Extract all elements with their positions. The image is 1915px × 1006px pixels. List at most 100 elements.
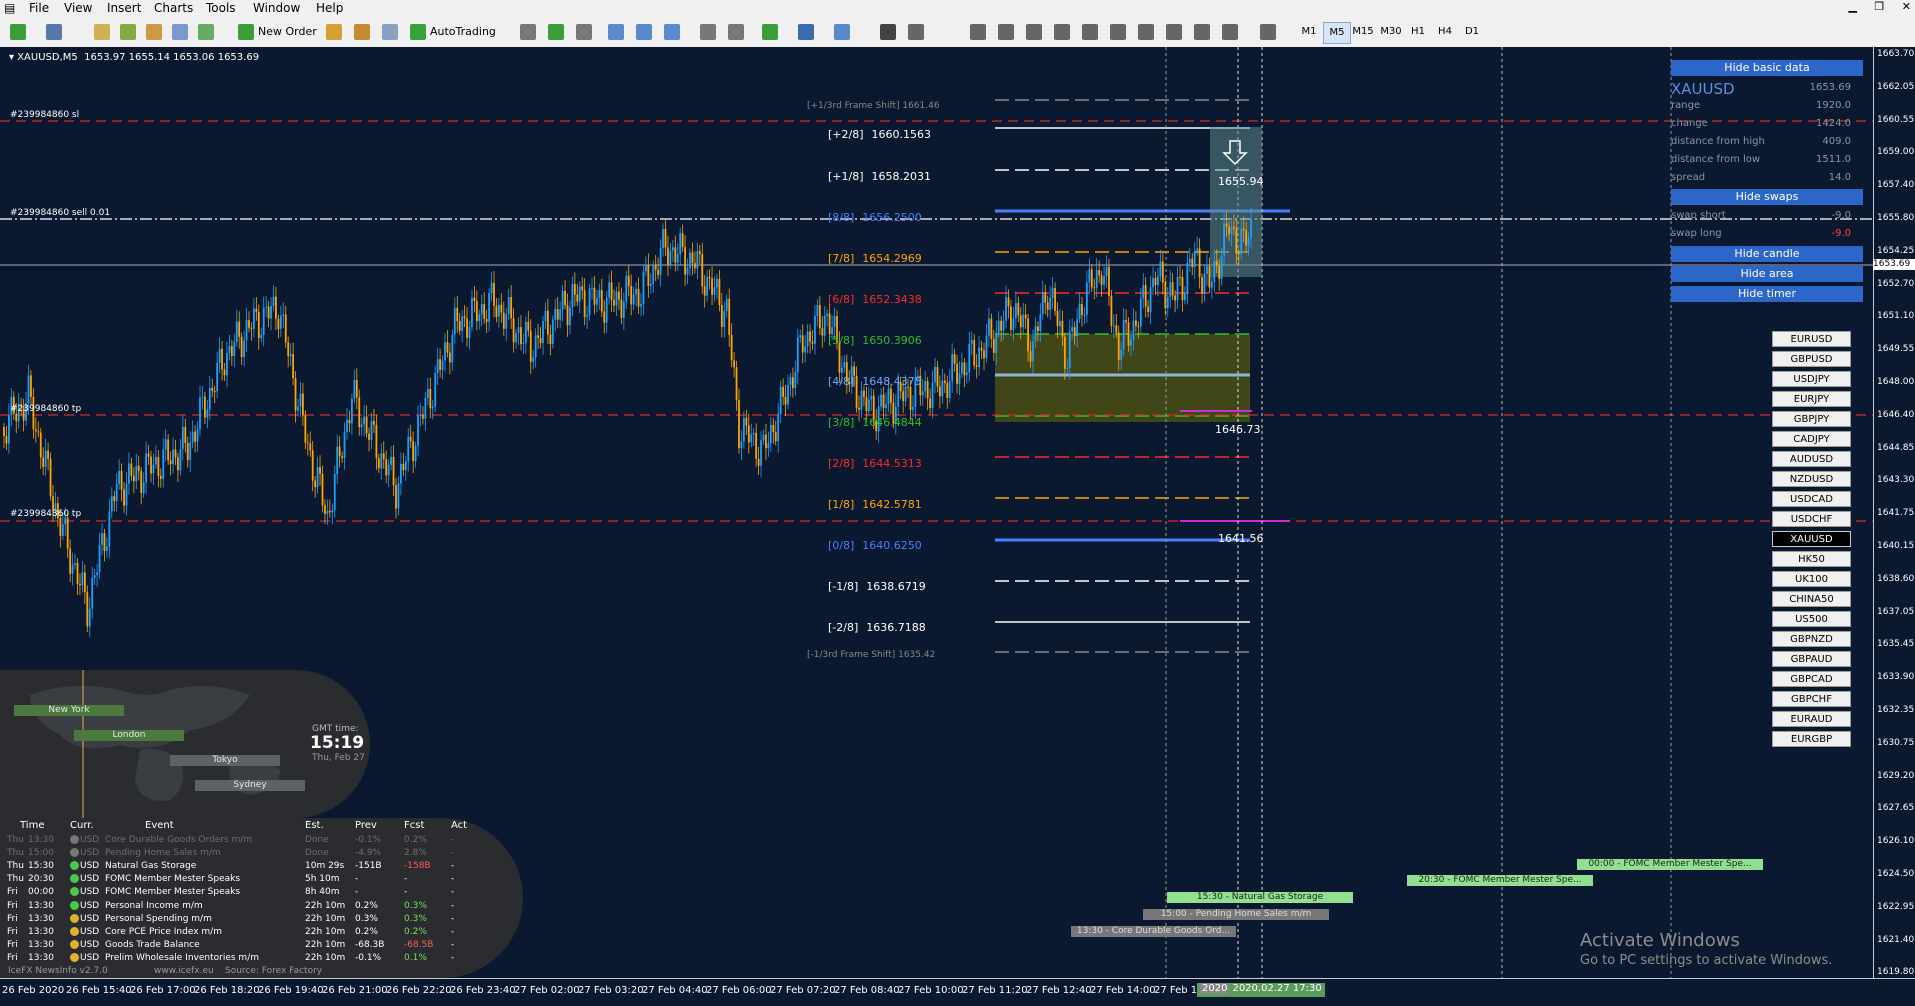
symbol-button-usdjpy[interactable]: USDJPY [1772,371,1851,387]
tf-m1[interactable]: M1 [1296,22,1322,42]
market-icon[interactable] [382,24,398,40]
menu-help[interactable]: Help [316,1,343,15]
text-label-icon[interactable] [1082,24,1098,40]
symbol-button-uk100[interactable]: UK100 [1772,571,1851,587]
symbol-button-cadjpy[interactable]: CADJPY [1772,431,1851,447]
tf-m30[interactable]: M30 [1378,22,1404,42]
menu-insert[interactable]: Insert [107,1,141,15]
symbol-button-us500[interactable]: US500 [1772,611,1851,627]
periods-icon[interactable] [798,24,814,40]
symbol-button-usdcad[interactable]: USDCAD [1772,491,1851,507]
symbol-button-eurusd[interactable]: EURUSD [1772,331,1851,347]
menu-file[interactable]: File [29,1,49,15]
market-watch-icon[interactable] [94,24,110,40]
candlesticks-icon[interactable] [548,24,564,40]
tf-d1[interactable]: D1 [1459,22,1485,42]
new-chart-icon[interactable] [10,24,26,40]
symbol-button-gbpusd[interactable]: GBPUSD [1772,351,1851,367]
line-chart-icon[interactable] [576,24,592,40]
symbol-button-euraud[interactable]: EURAUD [1772,711,1851,727]
order-tp-label[interactable]: #239984860 tp [10,404,81,414]
menu-charts[interactable]: Charts [154,1,193,15]
menu-window[interactable]: Window [253,1,300,15]
bar-chart-icon[interactable] [520,24,536,40]
hide-candle-button[interactable]: Hide candle [1671,246,1863,262]
symbol-button-usdchf[interactable]: USDCHF [1772,511,1851,527]
app-icon[interactable]: ▤ [4,1,15,15]
gann-icon[interactable] [1222,24,1238,40]
chart-dropdown-icon[interactable]: ▾ [9,52,17,63]
symbol-button-audusd[interactable]: AUDUSD [1772,451,1851,467]
profiles-icon[interactable] [46,24,62,40]
shapes-icon[interactable] [1110,24,1126,40]
symbol-button-nzdusd[interactable]: NZDUSD [1772,471,1851,487]
hide-basic-data-button[interactable]: Hide basic data [1671,60,1863,76]
news-row[interactable]: Fri 13:30 USD Prelim Wholesale Inventories … [0,952,500,966]
order-sl-label[interactable]: #239984860 sl [10,110,79,120]
symbol-button-gbpcad[interactable]: GBPCAD [1772,671,1851,687]
vertical-line-icon[interactable] [970,24,986,40]
autotrading-icon[interactable] [410,24,426,40]
navigator-icon[interactable] [146,24,162,40]
symbol-button-gbpnzd[interactable]: GBPNZD [1772,631,1851,647]
tf-h4[interactable]: H4 [1432,22,1458,42]
symbol-button-hk50[interactable]: HK50 [1772,551,1851,567]
arrows-icon[interactable] [1260,24,1276,40]
tf-h1[interactable]: H1 [1405,22,1431,42]
menu-view[interactable]: View [64,1,92,15]
news-row[interactable]: Fri 00:00 USD FOMC Member Mester Speaks 8h 4… [0,887,500,900]
signals-icon[interactable] [354,24,370,40]
text-tool-icon[interactable] [1054,24,1070,40]
terminal-icon[interactable] [172,24,188,40]
channels-icon[interactable] [1026,24,1042,40]
symbol-button-xauusd[interactable]: XAUUSD [1772,531,1851,547]
tf-m15[interactable]: M15 [1350,22,1376,42]
symbol-button-gbpaud[interactable]: GBPAUD [1772,651,1851,667]
data-window-icon[interactable] [120,24,136,40]
price-axis[interactable]: 1663.70 1662.05 1660.55 1659.00 1657.40 1655.… [1873,47,1915,978]
news-row[interactable]: Thu 13:30 USD Core Durable Goods Orders m/m… [0,835,500,848]
news-footer-site[interactable]: www.icefx.eu [154,966,214,976]
news-row[interactable]: Thu 20:30 USD FOMC Member Mester Speaks 5h 1… [0,874,500,887]
symbol-button-gbpchf[interactable]: GBPCHF [1772,691,1851,707]
metaeditor-icon[interactable] [326,24,342,40]
new-order-button[interactable]: New Order [258,22,317,42]
new-order-icon[interactable] [238,24,254,40]
menu-tools[interactable]: Tools [206,1,236,15]
strategy-tester-icon[interactable] [198,24,214,40]
auto-scroll-icon[interactable] [700,24,716,40]
time-axis[interactable]: 27 Feb 15 27 Feb 14:00 27 Feb 12:40 27 Feb … [0,978,1915,1006]
tile-windows-icon[interactable] [664,24,680,40]
close-icon[interactable]: ✕ [1902,0,1911,13]
order-sell-label[interactable]: #239984860 sell 0.01 [10,208,110,218]
hide-swaps-button[interactable]: Hide swaps [1671,189,1863,205]
hide-timer-button[interactable]: Hide timer [1671,286,1863,302]
symbol-button-eurjpy[interactable]: EURJPY [1772,391,1851,407]
chart-shift-icon[interactable] [728,24,744,40]
zoom-in-icon[interactable] [608,24,624,40]
fibo-fan-icon[interactable] [1194,24,1210,40]
symbol-button-china50[interactable]: CHINA50 [1772,591,1851,607]
news-row[interactable]: Thu 15:30 USD Natural Gas Storage 10m 29s -15… [0,861,500,874]
cursor-icon[interactable] [880,24,896,40]
news-row[interactable]: Fri 13:30 USD Goods Trade Balance 22h 10m -68… [0,939,500,953]
order-tp-label-2[interactable]: #239984860 tp [10,509,81,519]
hide-area-button[interactable]: Hide area [1671,266,1863,282]
zoom-out-icon[interactable] [636,24,652,40]
news-row[interactable]: Fri 13:30 USD Core PCE Price Index m/m 22h 1… [0,926,500,940]
restore-icon[interactable]: ❐ [1874,0,1884,13]
minimize-icon[interactable]: ▁ [1848,0,1856,13]
autotrading-button[interactable]: AutoTrading [430,22,496,42]
symbol-button-eurgbp[interactable]: EURGBP [1772,731,1851,747]
news-row[interactable]: Fri 13:30 USD Personal Spending m/m 22h 10m 0… [0,913,500,927]
tf-m5[interactable]: M5 [1323,22,1351,44]
news-row[interactable]: Fri 13:30 USD Personal Income m/m 22h 10m 0.2… [0,900,500,914]
symbol-button-gbpjpy[interactable]: GBPJPY [1772,411,1851,427]
crosshair-icon[interactable] [908,24,924,40]
trendline-icon[interactable] [998,24,1014,40]
templates-icon[interactable] [834,24,850,40]
fibonacci-icon[interactable] [1166,24,1182,40]
news-row[interactable]: Thu 15:00 USD Pending Home Sales m/m Done -4.… [0,848,500,861]
indicators-icon[interactable] [762,24,778,40]
rectangle-icon[interactable] [1138,24,1154,40]
